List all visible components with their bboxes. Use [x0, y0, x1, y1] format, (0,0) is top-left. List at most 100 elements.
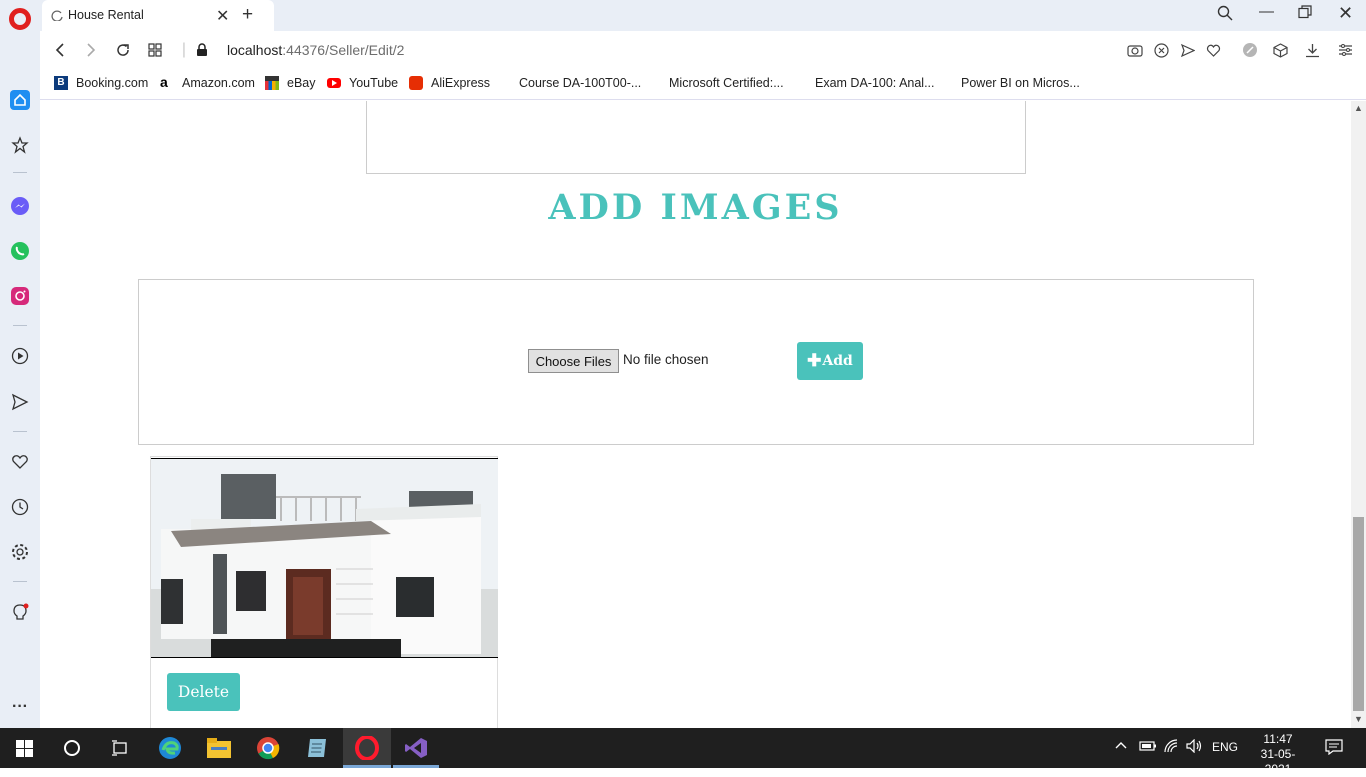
settings-gear-icon[interactable]	[9, 541, 31, 563]
notification-center-icon[interactable]	[1325, 739, 1343, 758]
bookmark-label: Exam DA-100: Anal...	[815, 76, 935, 90]
easy-setup-icon[interactable]	[1241, 41, 1259, 59]
opera-taskbar-icon[interactable]	[355, 736, 379, 760]
new-tab-button[interactable]: +	[242, 4, 253, 26]
add-image-button[interactable]: ✚ Add	[797, 342, 863, 380]
search-tabs-icon[interactable]	[1217, 5, 1233, 25]
volume-icon[interactable]	[1186, 738, 1204, 756]
history-clock-icon[interactable]	[9, 496, 31, 518]
ebay-icon	[265, 76, 279, 90]
send-arrow-icon[interactable]	[1178, 41, 1196, 59]
youtube-icon	[327, 78, 341, 88]
scroll-down-icon[interactable]: ▼	[1354, 714, 1363, 724]
heart-icon[interactable]	[9, 451, 31, 473]
microsoft-icon	[939, 76, 953, 90]
bookmark-booking[interactable]: B Booking.com	[54, 76, 148, 90]
whatsapp-icon[interactable]	[9, 240, 31, 262]
house-image	[151, 458, 498, 658]
minimize-icon[interactable]: —	[1259, 3, 1274, 20]
bookmark-label: YouTube	[349, 76, 399, 90]
bookmark-label: Microsoft Certified:...	[669, 76, 784, 90]
extensions-cube-icon[interactable]	[1271, 41, 1289, 59]
page-viewport: ADD IMAGES Choose Files No file chosen ✚…	[40, 101, 1351, 728]
scroll-up-icon[interactable]: ▲	[1354, 103, 1363, 113]
home-icon[interactable]	[9, 89, 31, 111]
wifi-icon[interactable]	[1163, 739, 1181, 756]
clock-date: 31-05-2021	[1260, 747, 1296, 776]
windows-taskbar: ENG 11:47 31-05-2021	[0, 728, 1366, 776]
windows-start-icon[interactable]	[12, 736, 36, 760]
scroll-thumb[interactable]	[1353, 517, 1364, 711]
aliexpress-icon	[409, 76, 423, 90]
bookmark-youtube[interactable]: YouTube	[327, 76, 398, 90]
file-explorer-icon[interactable]	[207, 736, 231, 760]
tab-close-icon[interactable]: ✕	[216, 6, 229, 26]
tab-title: House Rental	[68, 8, 144, 22]
chrome-icon[interactable]	[256, 736, 280, 760]
back-icon[interactable]	[50, 40, 70, 60]
player-icon[interactable]	[9, 345, 31, 367]
url-host: localhost	[227, 42, 283, 58]
send-icon[interactable]	[9, 391, 31, 413]
choose-files-button[interactable]: Choose Files	[528, 349, 619, 373]
add-button-label: Add	[822, 353, 853, 369]
edge-icon[interactable]	[158, 736, 182, 760]
instagram-icon[interactable]	[9, 285, 31, 307]
bookmark-heart-icon[interactable]	[1204, 41, 1222, 59]
downloads-icon[interactable]	[1303, 41, 1321, 59]
bookmark-power-bi[interactable]: Power BI on Micros...	[939, 76, 1080, 90]
loading-spinner-icon	[51, 8, 63, 26]
page-scrollbar[interactable]: ▲ ▼	[1351, 101, 1366, 728]
bookmark-ebay[interactable]: eBay	[265, 76, 316, 90]
image-card: Delete	[150, 456, 498, 728]
messenger-icon[interactable]	[9, 195, 31, 217]
more-options-icon[interactable]: ···	[9, 696, 31, 718]
snapshot-camera-icon[interactable]	[1126, 41, 1144, 59]
amazon-icon: a	[160, 74, 168, 90]
search-circle-icon[interactable]	[60, 736, 84, 760]
speed-dial-icon[interactable]	[9, 134, 31, 156]
battery-icon[interactable]	[1139, 740, 1157, 755]
bookmark-label: AliExpress	[431, 76, 491, 90]
forward-icon[interactable]	[81, 40, 101, 60]
page-title: ADD IMAGES	[548, 187, 843, 228]
previous-form-box	[366, 101, 1026, 174]
url-field[interactable]: localhost:44376/Seller/Edit/2	[227, 42, 404, 58]
lock-icon[interactable]	[192, 40, 212, 60]
bookmark-exam-da100[interactable]: Exam DA-100: Anal...	[793, 76, 935, 90]
booking-icon: B	[54, 76, 68, 90]
bookmark-aliexpress[interactable]: AliExpress	[409, 76, 490, 90]
language-indicator[interactable]: ENG	[1212, 740, 1238, 754]
clock-time: 11:47	[1263, 732, 1293, 746]
bookmark-microsoft-certified[interactable]: Microsoft Certified:...	[647, 76, 784, 90]
opera-logo-icon[interactable]	[9, 8, 31, 30]
file-status-text: No file chosen	[623, 352, 709, 367]
microsoft-icon	[497, 76, 511, 90]
microsoft-icon	[647, 76, 661, 90]
tab-house-rental[interactable]: House Rental ✕	[42, 0, 274, 31]
reload-icon[interactable]	[113, 40, 133, 60]
opera-sidebar: ···	[0, 0, 40, 728]
bookmark-amazon[interactable]: a Amazon.com	[160, 74, 255, 90]
tab-strip: House Rental ✕ + — ✕	[40, 0, 1366, 31]
url-path: :44376/Seller/Edit/2	[282, 42, 405, 58]
lightbulb-icon[interactable]	[9, 602, 31, 624]
tabs-grid-icon[interactable]	[145, 40, 165, 60]
visual-studio-icon[interactable]	[404, 736, 428, 760]
bookmark-label: Course DA-100T00-...	[519, 76, 642, 90]
bookmark-course-da100[interactable]: Course DA-100T00-...	[497, 76, 641, 90]
task-view-icon[interactable]	[108, 736, 132, 760]
restore-icon[interactable]	[1298, 5, 1312, 23]
sidebar-divider	[13, 431, 27, 432]
notepad-icon[interactable]	[305, 736, 329, 760]
adblock-icon[interactable]	[1152, 41, 1170, 59]
bookmark-label: Power BI on Micros...	[961, 76, 1080, 90]
tray-chevron-up-icon[interactable]	[1114, 739, 1128, 753]
close-window-icon[interactable]: ✕	[1338, 3, 1353, 24]
sidebar-divider	[13, 325, 27, 326]
easy-setup-menu-icon[interactable]	[1336, 41, 1354, 59]
bookmark-label: eBay	[287, 76, 316, 90]
delete-image-button[interactable]: Delete	[167, 673, 240, 711]
system-clock[interactable]: 11:47 31-05-2021	[1254, 732, 1302, 777]
sidebar-divider	[13, 581, 27, 582]
